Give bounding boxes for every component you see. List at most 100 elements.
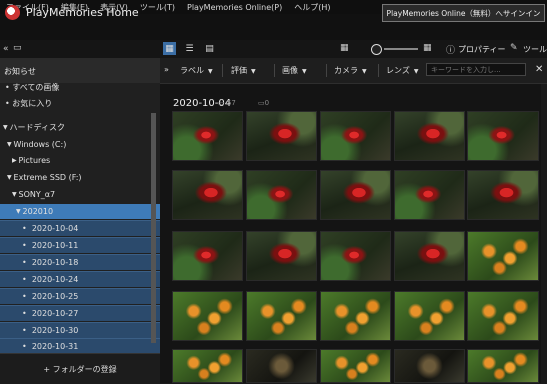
sidebar-item-date[interactable]: • 2020-10-04 bbox=[0, 220, 172, 236]
photo-thumbnail[interactable] bbox=[467, 349, 539, 383]
sidebar-item-sony[interactable]: ▼ SONY_α7 bbox=[0, 187, 162, 202]
sidebar-item-label: 2020-10-30 bbox=[31, 326, 79, 335]
grid-small-icon[interactable]: ▦ bbox=[340, 43, 349, 53]
photo-thumbnail[interactable] bbox=[172, 231, 243, 281]
divider bbox=[326, 64, 327, 77]
content-scrollbar[interactable] bbox=[541, 84, 547, 383]
sidebar-item-date[interactable]: • 2020-10-24 bbox=[0, 271, 172, 287]
photo-thumbnail[interactable] bbox=[172, 291, 243, 341]
photo-thumbnail[interactable] bbox=[172, 349, 243, 383]
chevron-down-icon: ▼ bbox=[362, 68, 367, 75]
photo-thumbnail[interactable] bbox=[246, 349, 317, 383]
sidebar-item-extreme-ssd[interactable]: ▼ Extreme SSD (F:) bbox=[0, 170, 157, 185]
sidebar-item-label: 2020-10-11 bbox=[31, 241, 79, 250]
sidebar-item-date[interactable]: • 2020-10-25 bbox=[0, 288, 172, 304]
chevron-down-icon: ▼ bbox=[251, 68, 256, 75]
sidebar-item-folder-202010[interactable]: ▼ 202010 bbox=[0, 204, 166, 219]
sidebar-item-label: すべての画像 bbox=[12, 83, 60, 92]
bullet-icon: • bbox=[22, 309, 32, 318]
filter-lens-text: レンズ bbox=[386, 66, 410, 75]
photo-thumbnail[interactable] bbox=[467, 231, 539, 281]
thumbnail-view-icon[interactable]: ▦ bbox=[163, 42, 176, 55]
photo-thumbnail[interactable] bbox=[320, 170, 391, 220]
sidebar-item-date[interactable]: • 2020-10-18 bbox=[0, 254, 172, 270]
chevron-down-icon: ▼ bbox=[208, 68, 213, 75]
sidebar-item-favorites[interactable]: • お気に入り bbox=[0, 96, 155, 111]
photo-thumbnail[interactable] bbox=[394, 111, 465, 161]
filter-label-dropdown[interactable]: ラベル ▼ bbox=[180, 65, 213, 76]
photo-thumbnail[interactable] bbox=[394, 291, 465, 341]
photo-thumbnail[interactable] bbox=[320, 349, 391, 383]
photo-icon: ▭ bbox=[218, 99, 225, 107]
grid-large-icon[interactable]: ▦ bbox=[423, 43, 432, 53]
chevron-down-icon: ▼ bbox=[413, 68, 419, 75]
photo-thumbnail[interactable] bbox=[320, 111, 391, 161]
menu-help[interactable]: ヘルプ(H) bbox=[288, 2, 336, 13]
filter-camera-dropdown[interactable]: カメラ ▼ bbox=[334, 65, 367, 76]
calendar-view-icon[interactable]: ▤ bbox=[203, 42, 216, 55]
bullet-icon: • bbox=[22, 258, 32, 267]
photo-thumbnail[interactable] bbox=[320, 291, 391, 341]
photo-thumbnail[interactable] bbox=[172, 111, 243, 161]
divider bbox=[378, 64, 379, 77]
monitor-icon[interactable]: ▭ bbox=[13, 43, 22, 53]
online-signin-button[interactable]: PlayMemories Online（無料）へサインイン bbox=[382, 4, 545, 22]
sidebar-item-hard-disk[interactable]: ▼ ハードディスク bbox=[0, 120, 153, 135]
photo-thumbnail[interactable] bbox=[467, 111, 539, 161]
sidebar-item-label: Windows (C:) bbox=[13, 140, 67, 149]
filter-rating-text: 評価 bbox=[231, 66, 247, 75]
sidebar-item-date[interactable]: • 2020-10-31 bbox=[0, 338, 172, 354]
filter-image-text: 画像 bbox=[282, 66, 298, 75]
collapse-icon[interactable]: « bbox=[3, 44, 9, 54]
photo-thumbnail[interactable] bbox=[394, 170, 465, 220]
filter-image-dropdown[interactable]: 画像 ▼ bbox=[282, 65, 307, 76]
filter-label-text: ラベル bbox=[180, 66, 204, 75]
bullet-icon: • bbox=[22, 224, 32, 233]
photo-thumbnail[interactable] bbox=[394, 231, 465, 281]
video-icon: ▭ bbox=[258, 99, 265, 107]
sidebar-item-windows-drive[interactable]: ▼ Windows (C:) bbox=[0, 137, 157, 152]
bullet-icon: • bbox=[22, 241, 32, 250]
photo-thumbnail[interactable] bbox=[394, 349, 465, 383]
photo-thumbnail[interactable] bbox=[246, 170, 317, 220]
photo-thumbnail[interactable] bbox=[467, 291, 539, 341]
list-view-icon[interactable]: ☰ bbox=[183, 42, 196, 55]
tools-button[interactable]: ツール bbox=[523, 44, 547, 55]
menu-tools[interactable]: ツール(T) bbox=[134, 2, 181, 13]
zoom-slider-handle[interactable] bbox=[371, 44, 382, 55]
sidebar-item-label: ハードディスク bbox=[9, 123, 65, 132]
sidebar-item-label: 2020-10-31 bbox=[31, 342, 79, 351]
tools-icon[interactable]: ✎ bbox=[510, 43, 518, 53]
photo-thumbnail[interactable] bbox=[246, 111, 317, 161]
filter-expand-icon[interactable]: » bbox=[164, 65, 169, 74]
search-input[interactable] bbox=[426, 63, 526, 76]
register-folder-button[interactable]: + フォルダーの登録 bbox=[0, 353, 160, 384]
sidebar-item-pictures[interactable]: ▶ Pictures bbox=[0, 153, 162, 168]
filter-camera-text: カメラ bbox=[334, 66, 358, 75]
bullet-icon: • bbox=[22, 275, 32, 284]
sidebar-item-date[interactable]: • 2020-10-11 bbox=[0, 237, 172, 253]
filter-lens-dropdown[interactable]: レンズ ▼ bbox=[386, 65, 418, 76]
info-icon[interactable]: ⓘ bbox=[446, 43, 455, 56]
bullet-icon: • bbox=[5, 83, 13, 92]
photo-thumbnail[interactable] bbox=[172, 170, 243, 220]
photo-thumbnail[interactable] bbox=[467, 170, 539, 220]
app-title: PlayMemories Home bbox=[26, 6, 139, 19]
divider bbox=[222, 64, 223, 77]
sidebar-item-label: SONY_α7 bbox=[18, 190, 56, 199]
sidebar-item-all-images[interactable]: • すべての画像 bbox=[0, 80, 155, 95]
bullet-icon: • bbox=[5, 99, 13, 108]
notice-label[interactable]: お知らせ bbox=[4, 66, 36, 77]
photo-thumbnail[interactable] bbox=[246, 291, 317, 341]
photo-thumbnail[interactable] bbox=[320, 231, 391, 281]
photo-thumbnail[interactable] bbox=[246, 231, 317, 281]
close-icon[interactable]: ✕ bbox=[535, 64, 543, 75]
zoom-slider[interactable] bbox=[384, 48, 418, 50]
sidebar-item-date[interactable]: • 2020-10-30 bbox=[0, 322, 172, 338]
sidebar-item-date[interactable]: • 2020-10-27 bbox=[0, 305, 172, 321]
properties-button[interactable]: プロパティー bbox=[458, 44, 506, 55]
sidebar-scrollbar[interactable] bbox=[151, 113, 156, 343]
sidebar-item-label: Pictures bbox=[18, 156, 51, 165]
menu-online[interactable]: PlayMemories Online(P) bbox=[181, 3, 288, 12]
filter-rating-dropdown[interactable]: 評価 ▼ bbox=[231, 65, 256, 76]
